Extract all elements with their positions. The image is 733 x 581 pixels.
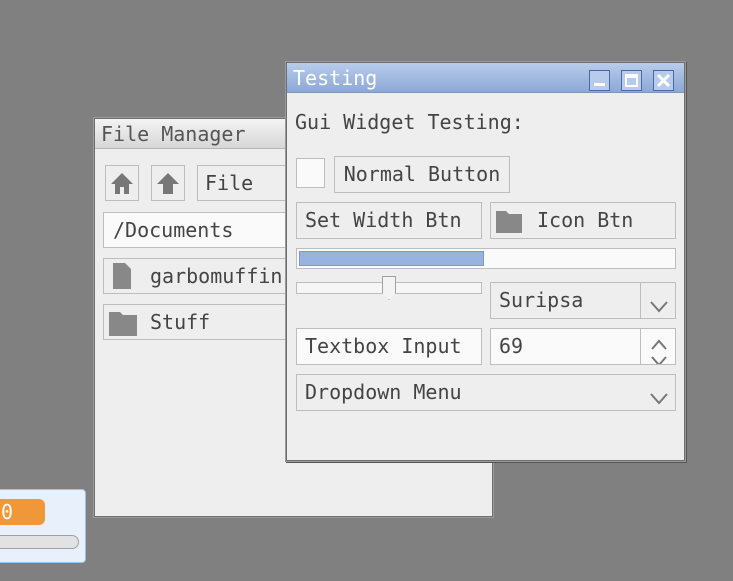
folder-icon [109,310,137,339]
folder-icon [496,209,522,238]
file-icon [113,263,131,293]
icon-button-label: Icon Btn [537,208,634,232]
mini-widget: 0 [0,489,86,563]
progress-bar-fill [299,251,484,266]
widget-heading: Gui Widget Testing: [295,110,524,134]
testing-window: Testing Gui Widget Testing: Normal Butto… [286,62,685,461]
number-spinner[interactable]: 69 [490,328,676,365]
chevron-down-icon [649,385,669,410]
set-width-button[interactable]: Set Width Btn [296,202,482,239]
list-item-label: Stuff [150,310,211,334]
up-arrow-icon [152,166,184,200]
minimize-icon [590,75,609,94]
dropdown-menu[interactable]: Dropdown Menu [296,374,676,411]
chevron-down-icon [649,293,669,318]
location-text: /Documents [113,218,234,242]
close-button[interactable] [653,70,674,91]
close-icon [654,73,673,94]
home-button[interactable] [105,165,139,201]
normal-button[interactable]: Normal Button [334,156,510,193]
select-divider [640,283,641,318]
maximize-icon [622,74,641,94]
checkbox[interactable] [296,158,325,188]
location-input[interactable]: /Documents [103,212,293,248]
list-item[interactable]: garbomuffin [103,258,293,294]
select-box[interactable]: Suripsa [490,282,676,319]
list-item-label: garbomuffin [150,264,283,288]
text-input[interactable]: Textbox Input [296,328,482,365]
path-field[interactable]: File [197,165,297,201]
count-badge: 0 [0,499,45,525]
up-button[interactable] [151,165,185,201]
minimize-button[interactable] [589,70,610,91]
path-field-text: File [205,171,254,195]
select-value: Suripsa [499,288,584,312]
number-value: 69 [499,334,524,358]
slider-thumb[interactable] [382,276,396,300]
spinner-down-icon[interactable] [649,347,669,364]
progress-bar [296,248,676,269]
list-item[interactable]: Stuff [103,304,293,340]
spinner-divider [640,329,641,364]
dropdown-label: Dropdown Menu [305,380,462,404]
testing-title: Testing [293,66,378,90]
file-manager-title: File Manager [101,122,246,146]
home-icon [106,166,138,200]
icon-button[interactable]: Icon Btn [490,202,676,239]
maximize-button[interactable] [621,70,642,91]
mini-progress-track [0,535,79,549]
